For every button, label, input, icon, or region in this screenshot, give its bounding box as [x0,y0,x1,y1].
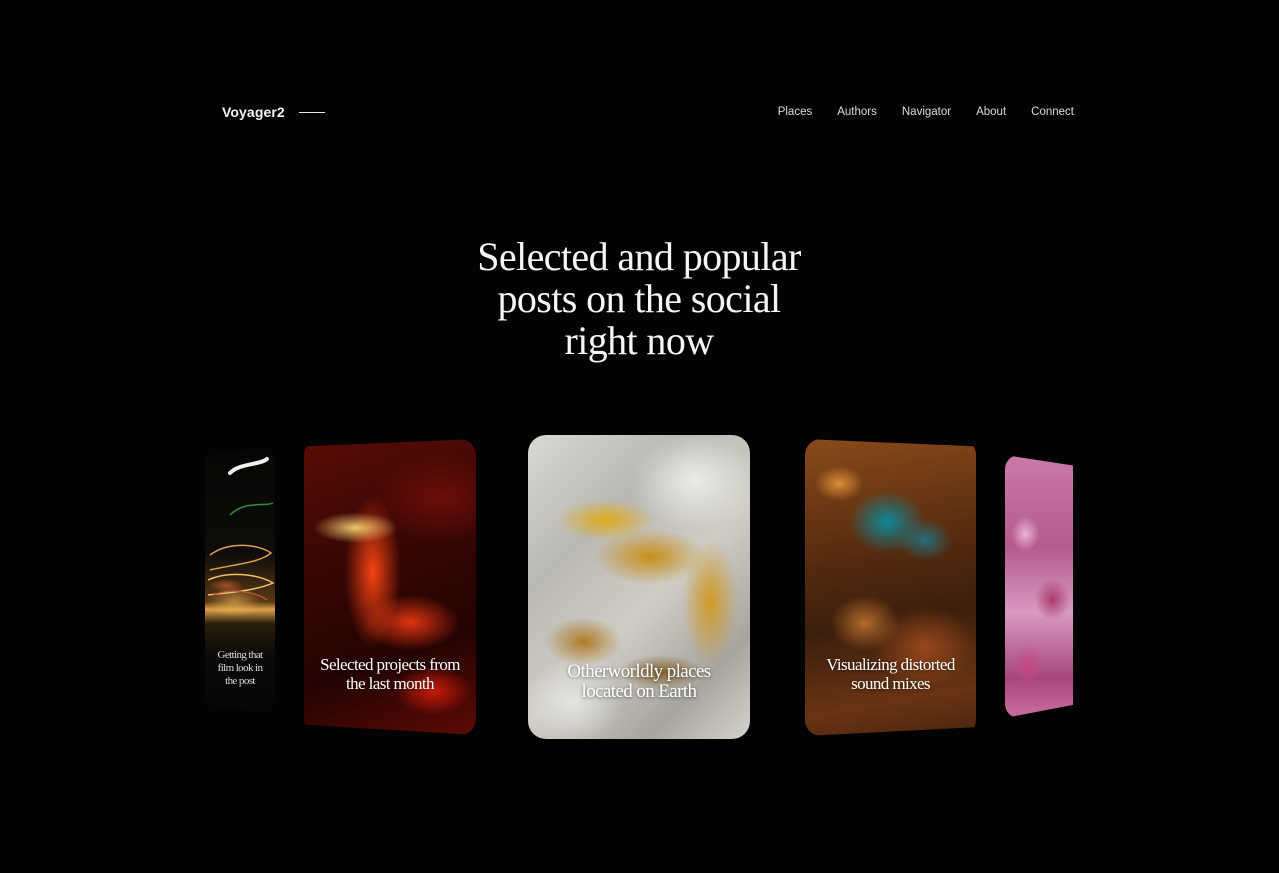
nav-item-about[interactable]: About [976,106,1006,118]
caption-line-1: Otherworldly places [567,661,711,682]
card-caption: Selected projects from the last month [310,655,470,693]
caption-line-2: sound mixes [851,674,930,693]
post-card-pink-texture[interactable] [1005,455,1073,718]
post-card-film-look[interactable]: Getting that film look in the post [205,445,275,715]
brand-logo[interactable]: Voyager2 [222,104,325,120]
card-caption: Visualizing distorted sound mixes [811,655,970,693]
headline-line-1: Selected and popular [477,234,801,279]
main-nav: Places Authors Navigator About Connect [778,106,1074,118]
brand-name[interactable]: Voyager2 [222,104,285,120]
caption-line-2: located on Earth [581,681,698,702]
caption-line-2: the post [225,675,255,687]
card-caption: Otherworldly places located on Earth [534,662,744,702]
headline-line-3: right now [564,318,714,363]
hero-headline: Selected and popular posts on the social… [389,236,889,362]
card-caption: Getting that film look in the post [211,649,269,688]
card-caption [1011,651,1067,663]
nav-item-places[interactable]: Places [778,106,813,118]
post-card-selected-projects[interactable]: Selected projects from the last month [304,439,476,735]
caption-line-1: Visualizing distorted [826,655,955,674]
headline-line-2: posts on the social [497,276,781,321]
site-header: Voyager2 Places Authors Navigator About … [222,104,1074,128]
caption-line-1: Getting that film look in [217,649,263,674]
caption-line-1: Selected projects from [320,655,460,674]
nav-item-navigator[interactable]: Navigator [902,106,951,118]
nav-item-connect[interactable]: Connect [1031,106,1074,118]
post-card-otherworldly-places[interactable]: Otherworldly places located on Earth [528,435,750,739]
brand-dash-icon [298,111,325,113]
nav-item-authors[interactable]: Authors [837,106,877,118]
post-card-distorted-sound[interactable]: Visualizing distorted sound mixes [805,439,976,736]
caption-line-2: the last month [346,674,435,693]
